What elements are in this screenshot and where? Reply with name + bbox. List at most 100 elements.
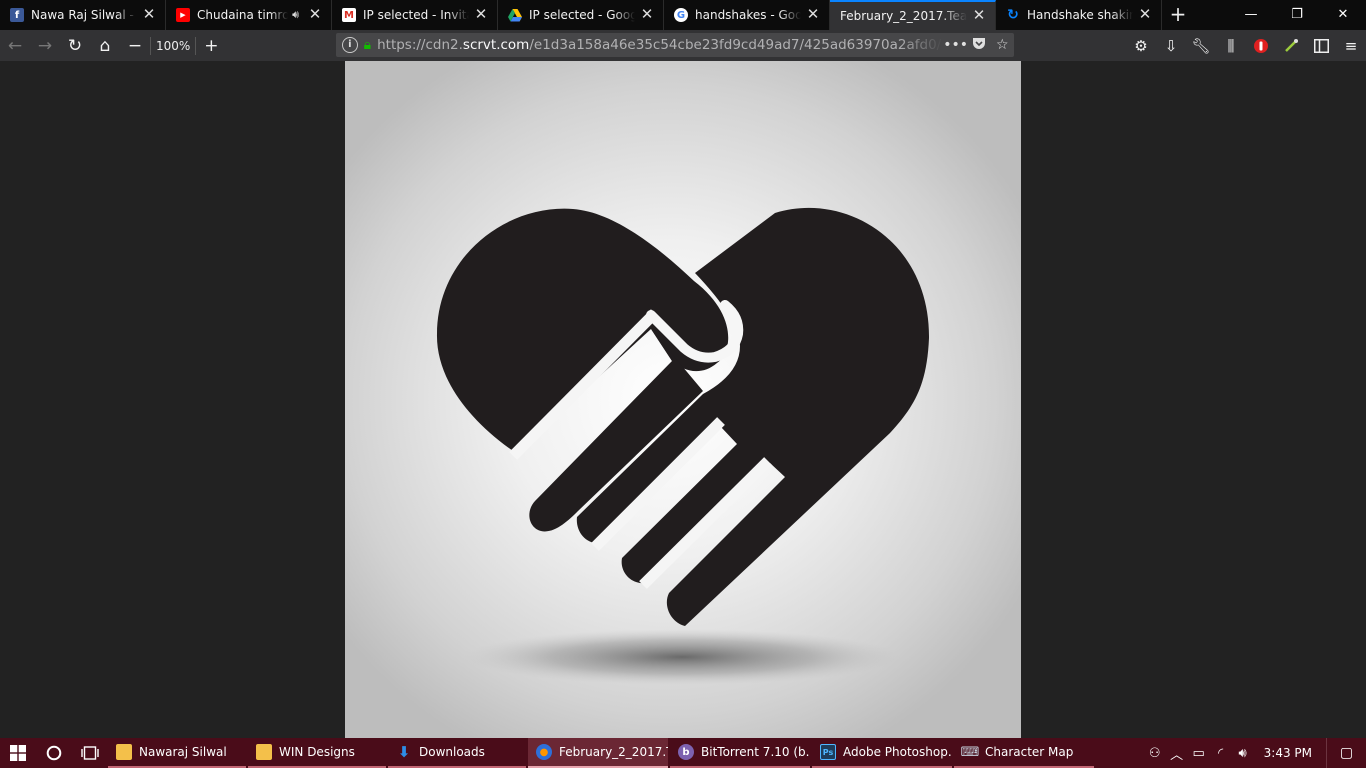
menu-icon[interactable]: ≡ — [1336, 32, 1366, 60]
google-drive-icon — [508, 8, 522, 22]
taskbar-app-firefox[interactable]: ● February_2_2017.T... — [528, 738, 668, 768]
character-map-icon: ⌨ — [960, 744, 980, 760]
new-tab-button[interactable]: + — [1162, 0, 1194, 30]
close-tab-icon[interactable]: ✕ — [639, 7, 655, 23]
close-tab-icon[interactable]: ✕ — [141, 7, 157, 23]
speaker-icon[interactable]: 🔊︎ — [292, 8, 299, 22]
folder-icon — [116, 744, 132, 760]
tab-handshake-shaking[interactable]: ↻ Handshake shaking ✕ — [996, 0, 1162, 30]
zoom-in-button[interactable]: + — [196, 32, 226, 60]
taskbar-app-character-map[interactable]: ⌨ Character Map — [954, 738, 1094, 768]
taskbar-app-label: Nawaraj Silwal — [139, 745, 227, 759]
youtube-icon: ▶ — [176, 8, 190, 22]
close-window-button[interactable]: ✕ — [1320, 0, 1366, 30]
bittorrent-icon: b — [678, 744, 694, 760]
taskbar-app-folder-win-designs[interactable]: WIN Designs — [248, 738, 386, 768]
tab-google-drive[interactable]: IP selected - Google Drive ✕ — [498, 0, 664, 30]
battery-icon[interactable]: ▭ — [1188, 746, 1210, 761]
url-domain: scrvt.com — [462, 37, 530, 53]
loading-icon: ↻ — [1007, 7, 1019, 23]
clock[interactable]: 3:43 PM — [1254, 746, 1326, 760]
handshake-heart-image — [345, 61, 1021, 738]
colorpicker-icon[interactable] — [1276, 32, 1306, 60]
tab-google-search[interactable]: G handshakes - Google Search ✕ — [664, 0, 830, 30]
cortana-icon — [46, 745, 62, 761]
download-icon[interactable]: ⇩ — [1156, 32, 1186, 60]
tab-title: IP selected - Invitation — [363, 8, 469, 22]
drop-shadow — [464, 629, 900, 685]
taskbar-app-bittorrent[interactable]: b BitTorrent 7.10 (b... — [670, 738, 810, 768]
taskbar-app-label: February_2_2017.T... — [559, 745, 668, 759]
restore-button[interactable]: ❐ — [1274, 0, 1320, 30]
tab-gmail[interactable]: M IP selected - Invitation ✕ — [332, 0, 498, 30]
start-button[interactable] — [0, 738, 36, 768]
taskbar-app-label: Downloads — [419, 745, 485, 759]
show-hidden-icons-chevron-icon[interactable]: ︿ — [1166, 744, 1188, 763]
page-actions-icon[interactable]: ••• — [943, 37, 968, 53]
download-arrow-icon: ⬇ — [397, 743, 411, 761]
sidebar-icon[interactable] — [1306, 32, 1336, 60]
taskbar-app-downloads[interactable]: ⬇ Downloads — [388, 738, 526, 768]
tab-title: February_2_2017.Teachers — [840, 9, 967, 23]
taskbar-app-label: BitTorrent 7.10 (b... — [701, 745, 810, 759]
reload-button[interactable]: ↻ — [60, 32, 90, 60]
tab-title: IP selected - Google Drive — [529, 8, 635, 22]
tab-title: handshakes - Google Search — [695, 8, 801, 22]
lock-icon[interactable]: 🔒︎ — [364, 37, 371, 53]
people-icon[interactable]: ⚇ — [1144, 746, 1166, 761]
gmail-icon: M — [342, 8, 356, 22]
taskbar-app-photoshop[interactable]: Ps Adobe Photoshop... — [812, 738, 952, 768]
pocket-icon[interactable] — [967, 37, 990, 54]
google-icon: G — [674, 8, 688, 22]
close-tab-icon[interactable]: ✕ — [1137, 7, 1153, 23]
bookmark-star-icon[interactable]: ☆ — [991, 37, 1014, 53]
zoom-out-button[interactable]: − — [120, 32, 150, 60]
wrench-icon[interactable]: 🔧︎ — [1186, 32, 1216, 60]
tab-title: Nawa Raj Silwal - Home — [31, 8, 137, 22]
zoom-level[interactable]: 100% — [150, 36, 197, 55]
windows-logo-icon — [10, 745, 26, 761]
tab-title: Handshake shaking — [1027, 8, 1133, 22]
tab-title: Chudaina timro — [197, 8, 289, 22]
library-icon[interactable]: ⫼ — [1216, 32, 1246, 60]
taskbar-app-folder-nawaraj[interactable]: Nawaraj Silwal — [108, 738, 246, 768]
home-button[interactable]: ⌂ — [90, 32, 120, 60]
taskbar-app-label: Adobe Photoshop... — [843, 745, 952, 759]
url-prefix: https://cdn2. — [377, 37, 463, 53]
window-controls: — ❐ ✕ — [1228, 0, 1366, 30]
page-viewport — [0, 61, 1366, 738]
close-tab-icon[interactable]: ✕ — [805, 7, 821, 23]
info-icon[interactable]: i — [342, 37, 358, 53]
action-center-icon[interactable]: ▢ — [1326, 738, 1366, 768]
url-path: /e1d3a158a46e35c54cbe23fd9cd49ad7/425ad6… — [529, 37, 944, 53]
system-tray: ⚇ ︿ ▭ ◜ 🔊︎ 3:43 PM ▢ — [1144, 738, 1366, 768]
cortana-search-button[interactable] — [36, 738, 72, 768]
facebook-icon: f — [10, 8, 24, 22]
toolbar-right: ⚙ ⇩ 🔧︎ ⫼ ≡ — [1126, 30, 1366, 61]
tab-facebook[interactable]: f Nawa Raj Silwal - Home ✕ — [0, 0, 166, 30]
photoshop-icon: Ps — [820, 744, 836, 760]
folder-icon — [256, 744, 272, 760]
close-tab-icon[interactable]: ✕ — [307, 7, 323, 23]
firefox-icon: ● — [536, 744, 552, 760]
taskbar-app-label: Character Map — [985, 745, 1074, 759]
tab-active-image[interactable]: February_2_2017.Teachers ✕ — [830, 0, 996, 30]
volume-icon[interactable]: 🔊︎ — [1232, 746, 1254, 761]
adblock-icon[interactable] — [1246, 32, 1276, 60]
back-button[interactable]: ← — [0, 32, 30, 60]
forward-button[interactable]: → — [30, 32, 60, 60]
wifi-icon[interactable]: ◜ — [1210, 746, 1232, 761]
tab-strip: f Nawa Raj Silwal - Home ✕ ▶ Chudaina ti… — [0, 0, 1366, 30]
task-view-button[interactable] — [72, 738, 108, 768]
address-bar[interactable]: i 🔒︎ https://cdn2.scrvt.com/e1d3a158a46e… — [336, 33, 1014, 57]
url-text[interactable]: https://cdn2.scrvt.com/e1d3a158a46e35c54… — [377, 37, 943, 53]
close-tab-icon[interactable]: ✕ — [971, 8, 987, 24]
task-view-icon — [81, 746, 99, 760]
handshake-heart-illustration — [436, 207, 930, 685]
close-tab-icon[interactable]: ✕ — [473, 7, 489, 23]
minimize-button[interactable]: — — [1228, 0, 1274, 30]
taskbar-app-label: WIN Designs — [279, 745, 355, 759]
gear-icon[interactable]: ⚙ — [1126, 32, 1156, 60]
windows-taskbar: Nawaraj Silwal WIN Designs ⬇ Downloads ●… — [0, 738, 1366, 768]
tab-youtube[interactable]: ▶ Chudaina timro 🔊︎ ✕ — [166, 0, 332, 30]
